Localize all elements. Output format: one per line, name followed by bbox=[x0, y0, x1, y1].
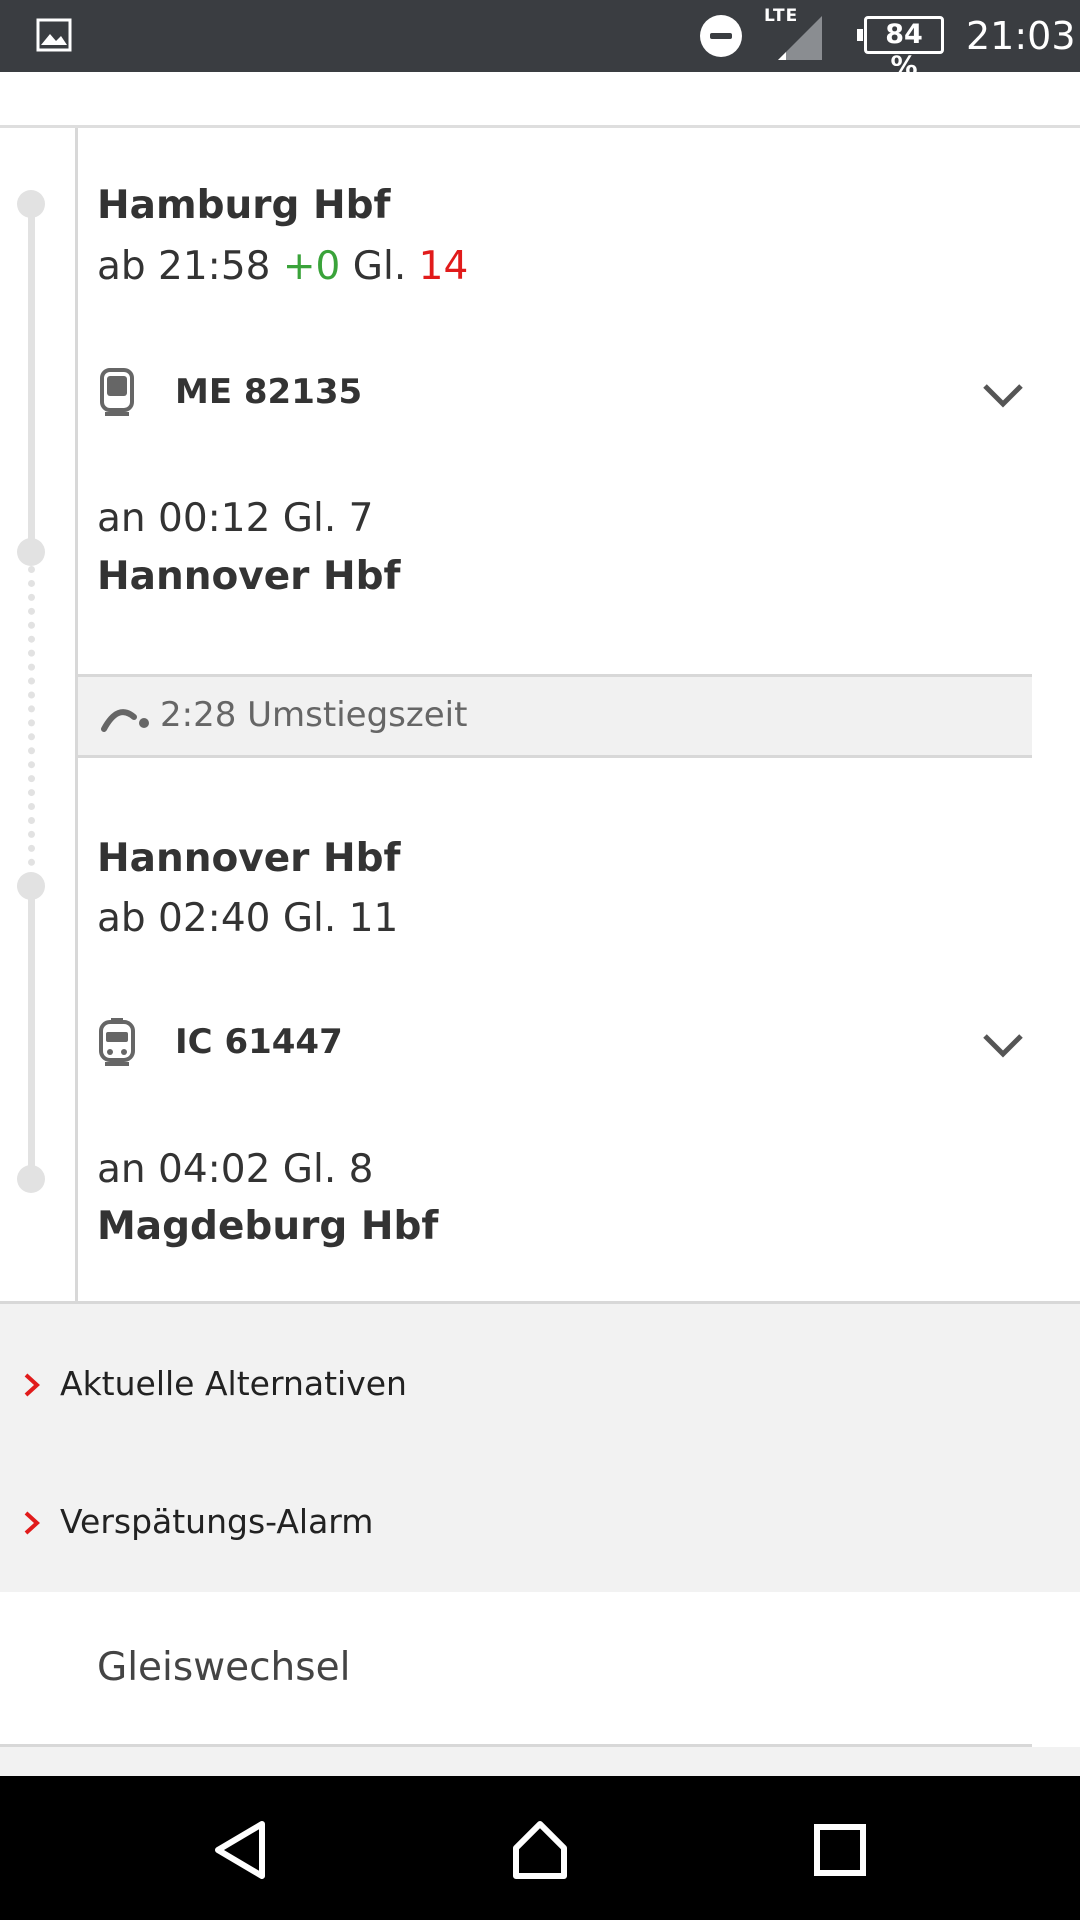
departure-time: ab 21:58 bbox=[97, 244, 271, 289]
divider bbox=[0, 125, 1080, 128]
clock: 21:03 bbox=[966, 14, 1076, 58]
transfer-walk-icon bbox=[101, 709, 149, 732]
battery-icon: 84 % bbox=[857, 16, 944, 82]
status-bar: LTE 84 % 21:03 bbox=[0, 0, 1080, 82]
timeline-stop-dot bbox=[17, 872, 45, 900]
intercity-train-icon bbox=[99, 1018, 135, 1066]
timeline-stop-dot bbox=[17, 1165, 45, 1193]
timeline-stop-dot bbox=[17, 538, 45, 566]
delay-indicator: +0 bbox=[282, 244, 341, 289]
chevron-down-icon[interactable] bbox=[979, 1020, 1027, 1068]
regional-train-icon bbox=[100, 368, 134, 416]
option-label: Aktuelle Alternativen bbox=[60, 1364, 407, 1403]
chevron-right-icon bbox=[24, 1511, 40, 1535]
option-label: Verspätungs-Alarm bbox=[60, 1502, 374, 1541]
option-delay-alarm[interactable]: Verspätungs-Alarm bbox=[0, 1464, 1080, 1584]
content-below bbox=[0, 1747, 1080, 1777]
train-row[interactable]: IC 61447 bbox=[97, 1012, 1027, 1076]
timeline-transfer-line bbox=[28, 566, 35, 866]
arrival-station: Magdeburg Hbf bbox=[97, 1204, 439, 1249]
departure-info: ab 21:58 +0 Gl. 14 bbox=[97, 244, 468, 289]
timeline-leg1-line bbox=[28, 198, 35, 550]
image-icon bbox=[36, 18, 72, 52]
arrival-station: Hannover Hbf bbox=[97, 554, 401, 599]
departure-station: Hannover Hbf bbox=[97, 836, 401, 881]
battery-percent: 84 % bbox=[885, 19, 923, 82]
signal-icon bbox=[778, 16, 822, 60]
navigation-bar bbox=[0, 1776, 1080, 1920]
transfer-time: 2:28 Umstiegszeit bbox=[160, 695, 468, 735]
departure-station: Hamburg Hbf bbox=[97, 183, 391, 228]
chevron-down-icon[interactable] bbox=[979, 370, 1027, 418]
recents-icon[interactable] bbox=[808, 1818, 872, 1882]
platform-label: Gl. bbox=[352, 244, 407, 289]
platform-change-heading: Gleiswechsel bbox=[97, 1645, 351, 1690]
train-number: IC 61447 bbox=[175, 1022, 343, 1062]
transfer-time-bar: 2:28 Umstiegszeit bbox=[78, 674, 1032, 758]
arrival-info: an 04:02 Gl. 8 bbox=[97, 1147, 374, 1192]
platform-number: 14 bbox=[418, 244, 469, 289]
do-not-disturb-icon bbox=[700, 15, 742, 57]
timeline-stop-dot bbox=[17, 190, 45, 218]
train-number: ME 82135 bbox=[175, 372, 363, 412]
chevron-right-icon bbox=[24, 1373, 40, 1397]
home-icon[interactable] bbox=[508, 1818, 572, 1882]
departure-info: ab 02:40 Gl. 11 bbox=[97, 896, 399, 941]
back-icon[interactable] bbox=[208, 1818, 272, 1882]
arrival-info: an 00:12 Gl. 7 bbox=[97, 496, 374, 541]
train-row[interactable]: ME 82135 bbox=[97, 362, 1027, 426]
option-current-alternatives[interactable]: Aktuelle Alternativen bbox=[0, 1326, 1080, 1446]
timeline-leg2-line bbox=[28, 880, 35, 1180]
options-list: Aktuelle Alternativen Verspätungs-Alarm bbox=[0, 1304, 1080, 1592]
